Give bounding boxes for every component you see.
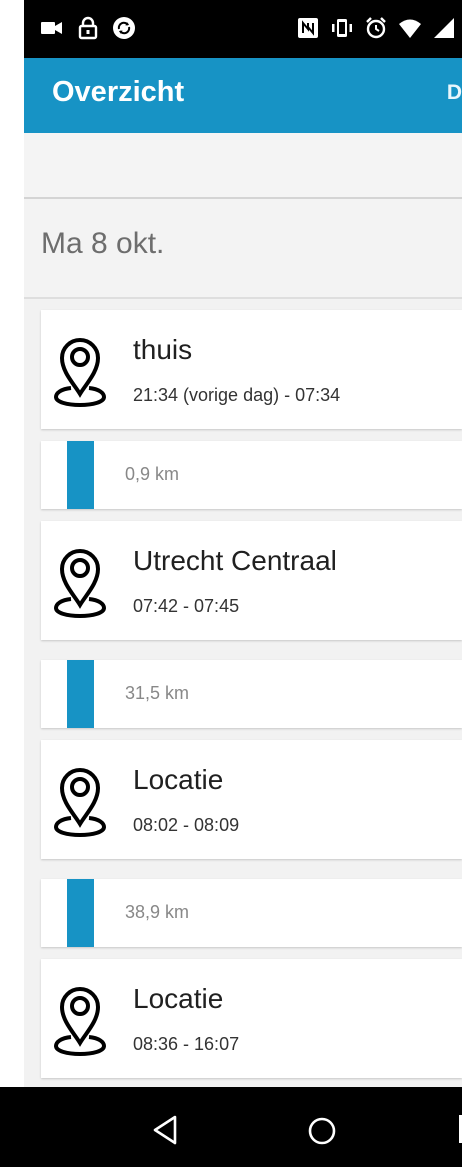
location-card[interactable]: Utrecht Centraal 07:42 - 07:45	[41, 521, 462, 640]
page-title: Overzicht	[52, 76, 185, 108]
date-header-label: Ma 8 okt.	[41, 227, 165, 260]
location-card[interactable]: Locatie 08:02 - 08:09	[41, 740, 462, 859]
location-pin-icon	[53, 987, 107, 1057]
location-time: 08:02 - 08:09	[133, 815, 240, 835]
trip-card[interactable]: 38,9 km	[41, 879, 462, 947]
lock-icon	[78, 16, 98, 40]
home-icon[interactable]	[307, 1116, 337, 1146]
main-content[interactable]: Ma 8 okt. thuis 21:34 (vorige dag) - 07:…	[24, 133, 462, 1087]
trip-distance: 31,5 km	[125, 683, 190, 703]
appbar-action-button[interactable]: D	[447, 81, 462, 105]
divider	[24, 297, 462, 299]
wifi-icon	[399, 19, 421, 38]
filter-bar	[24, 133, 462, 199]
trip-distance: 38,9 km	[125, 902, 190, 922]
sync-icon	[113, 17, 135, 39]
location-name: thuis	[133, 334, 193, 365]
location-pin-icon	[53, 768, 107, 838]
video-icon	[41, 22, 62, 34]
signal-icon	[434, 18, 454, 38]
location-name: Locatie	[133, 764, 224, 795]
status-bar	[24, 0, 462, 58]
app-bar: Overzicht D	[24, 58, 462, 133]
trip-indicator-bar	[67, 879, 94, 947]
location-pin-icon	[53, 338, 107, 408]
alarm-icon	[366, 17, 386, 39]
location-name: Locatie	[133, 983, 224, 1014]
trip-indicator-bar	[67, 441, 94, 509]
location-time: 21:34 (vorige dag) - 07:34	[133, 385, 341, 405]
location-time: 07:42 - 07:45	[133, 596, 240, 616]
date-header: Ma 8 okt.	[24, 199, 462, 297]
location-card[interactable]: thuis 21:34 (vorige dag) - 07:34	[41, 310, 462, 429]
location-name: Utrecht Centraal	[133, 545, 337, 576]
trip-indicator-bar	[67, 660, 94, 728]
system-nav-bar	[0, 1087, 462, 1167]
location-card[interactable]: Locatie 08:36 - 16:07	[41, 959, 462, 1078]
trip-card[interactable]: 31,5 km	[41, 660, 462, 728]
location-pin-icon	[53, 549, 107, 619]
trip-card[interactable]: 0,9 km	[41, 441, 462, 509]
nfc-icon	[298, 18, 318, 38]
left-edge	[0, 0, 24, 1087]
back-icon[interactable]	[150, 1114, 180, 1146]
vibrate-icon	[332, 19, 352, 37]
location-time: 08:36 - 16:07	[133, 1034, 240, 1054]
trip-distance: 0,9 km	[125, 464, 180, 484]
